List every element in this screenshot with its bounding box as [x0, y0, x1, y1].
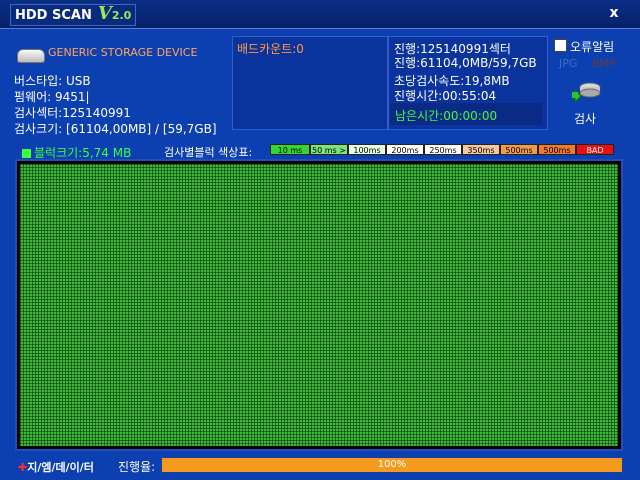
- hdd-icon: [17, 49, 45, 63]
- title-bar: HDD SCAN V 2.0 x: [0, 0, 640, 29]
- jpg-option[interactable]: JPG: [559, 57, 577, 70]
- block-size-swatch: [22, 149, 31, 158]
- scan-button[interactable]: 검사: [574, 110, 596, 127]
- legend-item: 100ms >: [348, 144, 386, 166]
- color-legend: 10 ms50 ms >100ms >200ms >250ms >350ms >…: [270, 144, 614, 166]
- legend-item: 10 ms: [270, 144, 310, 155]
- close-button[interactable]: x: [606, 5, 622, 21]
- app-title-text: HDD SCAN: [15, 8, 92, 23]
- legend-item: 500ms <: [538, 144, 576, 166]
- device-name: GENERIC STORAGE DEVICE: [48, 46, 198, 59]
- legend-item: 250ms >: [424, 144, 462, 166]
- elapsed-time: 진행시간:00:55:04: [394, 89, 497, 103]
- plus-icon: ✚: [18, 461, 28, 474]
- scan-sectors: 검사섹터:125140991: [14, 106, 131, 120]
- progress-label: 진행율:: [118, 460, 156, 474]
- legend-item: 500ms >: [500, 144, 538, 166]
- firmware: 펌웨어: 9451|: [14, 90, 90, 104]
- scan-size: 검사크기: [61104,00MB] / [59,7GB]: [14, 122, 217, 136]
- brand-label: ✚지/엠/데/이/터: [18, 459, 94, 475]
- error-alert-checkbox[interactable]: [554, 39, 567, 52]
- app-title: HDD SCAN V 2.0: [10, 3, 137, 26]
- bmp-option[interactable]: BMP: [592, 57, 616, 70]
- remaining-time: 남은시간:00:00:00: [395, 109, 498, 123]
- progress-size: 진행:61104,0MB/59,7GB: [394, 56, 537, 70]
- progress-percent: 100%: [377, 459, 407, 470]
- scan-block-map: [20, 164, 618, 446]
- legend-item: 350ms >: [462, 144, 500, 166]
- app-version-v: V: [97, 3, 112, 24]
- bus-type: 버스타입: USB: [14, 74, 91, 88]
- remaining-time-box: 남은시간:00:00:00: [390, 103, 542, 125]
- legend-item: 200ms >: [386, 144, 424, 166]
- brand-text: 지/엠/데/이/터: [27, 461, 94, 474]
- app-version-number: 2.0: [111, 9, 132, 22]
- legend-item: 50 ms >: [310, 144, 348, 155]
- color-legend-label: 검사별블럭 색상표:: [164, 146, 253, 159]
- scan-grid: [15, 159, 623, 451]
- bad-count: 배드카운트:0: [237, 42, 304, 56]
- error-alert-label: 오류알림: [570, 40, 615, 54]
- block-size-label: 블럭크기:5,74 MB: [34, 146, 132, 160]
- scan-disk-icon[interactable]: [572, 78, 602, 106]
- progress-bar: 100%: [161, 457, 623, 473]
- legend-item: BAD: [576, 144, 614, 155]
